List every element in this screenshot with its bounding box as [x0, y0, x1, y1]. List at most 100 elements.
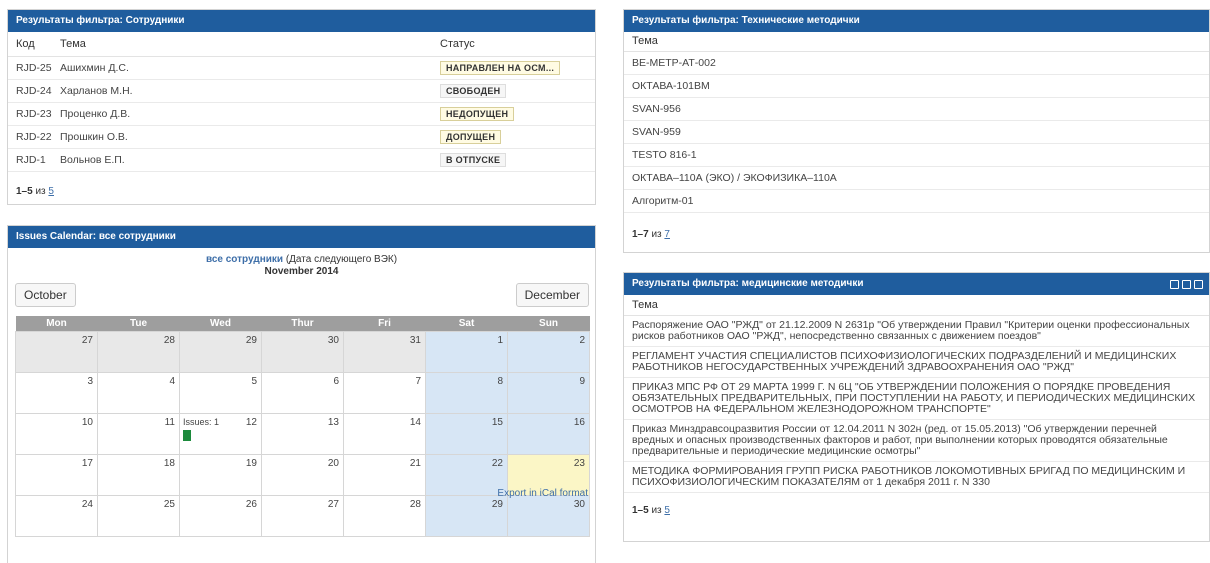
calendar-day[interactable]: 11: [97, 412, 180, 455]
move-icon[interactable]: [1170, 279, 1179, 289]
med-item[interactable]: Приказ Минздравсоцразвития России от 12.…: [624, 419, 1209, 462]
table-row[interactable]: RJD-1 Вольнов Е.П. В ОТПУСКЕ: [8, 148, 595, 172]
employee-code-link[interactable]: RJD-24: [8, 79, 52, 103]
employee-name[interactable]: Прошкин О.В.: [52, 125, 432, 149]
pager-of: из: [35, 185, 46, 197]
employee-name[interactable]: Вольнов Е.П.: [52, 148, 432, 172]
med-item[interactable]: МЕТОДИКА ФОРМИРОВАНИЯ ГРУПП РИСКА РАБОТН…: [624, 461, 1209, 493]
calendar-day[interactable]: 27: [261, 494, 344, 537]
calendar-day[interactable]: 6: [261, 371, 344, 414]
calendar-day[interactable]: 22: [425, 453, 508, 496]
column-header-name[interactable]: Тема: [52, 32, 432, 57]
calendar-day[interactable]: 4: [97, 371, 180, 414]
med-item[interactable]: ПРИКАЗ МПС РФ ОТ 29 МАРТА 1999 Г. N 6Ц "…: [624, 377, 1209, 420]
pager-total-link[interactable]: 5: [664, 505, 670, 516]
med-item[interactable]: РЕГЛАМЕНТ УЧАСТИЯ СПЕЦИАЛИСТОВ ПСИХОФИЗИ…: [624, 346, 1209, 378]
column-header-code[interactable]: Код: [8, 32, 52, 57]
employee-code-link[interactable]: RJD-23: [8, 102, 52, 126]
calendar-day[interactable]: 1: [425, 330, 508, 373]
calendar-day[interactable]: 2: [507, 330, 590, 373]
calendar-day[interactable]: 29: [179, 330, 262, 373]
table-row[interactable]: TESTO 816-1: [624, 143, 1209, 167]
calendar-day[interactable]: 20: [261, 453, 344, 496]
calendar-day[interactable]: 18: [97, 453, 180, 496]
calendar-user-link[interactable]: все сотрудники: [206, 254, 283, 265]
table-row[interactable]: RJD-22 Прошкин О.В. ДОПУЩЕН: [8, 125, 595, 149]
issue-marker-icon[interactable]: [183, 429, 191, 441]
calendar-day[interactable]: 28: [97, 330, 180, 373]
employee-name[interactable]: Ашихмин Д.С.: [52, 56, 432, 80]
calendar-day[interactable]: 28: [343, 494, 426, 537]
tech-item[interactable]: SVAN-956: [624, 97, 1209, 121]
tech-item[interactable]: ОКТАВА-101ВМ: [624, 74, 1209, 98]
table-row[interactable]: МЕТОДИКА ФОРМИРОВАНИЯ ГРУПП РИСКА РАБОТН…: [624, 461, 1209, 493]
table-row[interactable]: ОКТАВА–110А (ЭКО) / ЭКОФИЗИКА–110А: [624, 166, 1209, 190]
calendar-day-number: 12: [245, 416, 257, 428]
calendar-day-with-issue[interactable]: Issues: 1 12: [179, 412, 262, 455]
med-table: Тема Распоряжение ОАО "РЖД" от 21.12.200…: [624, 295, 1209, 493]
table-row[interactable]: ПРИКАЗ МПС РФ ОТ 29 МАРТА 1999 Г. N 6Ц "…: [624, 377, 1209, 420]
calendar-day[interactable]: 21: [343, 453, 426, 496]
employee-name[interactable]: Проценко Д.В.: [52, 102, 432, 126]
employee-code-link[interactable]: RJD-1: [8, 148, 52, 172]
calendar-day[interactable]: 27: [15, 330, 98, 373]
calendar-day[interactable]: 8: [425, 371, 508, 414]
calendar-day[interactable]: 10: [15, 412, 98, 455]
employee-code-link[interactable]: RJD-25: [8, 56, 52, 80]
collapse-icon[interactable]: [1194, 279, 1203, 289]
status-badge: НЕДОПУЩЕН: [440, 106, 515, 121]
table-row[interactable]: ОКТАВА-101ВМ: [624, 74, 1209, 98]
tech-manuals-panel: Результаты фильтра: Технические методичк…: [623, 9, 1210, 253]
calendar-day[interactable]: 16: [507, 412, 590, 455]
calendar-day[interactable]: 24: [15, 494, 98, 537]
calendar-day[interactable]: 3: [15, 371, 98, 414]
calendar-day[interactable]: 25: [97, 494, 180, 537]
weekday-header: Mon: [15, 316, 98, 331]
calendar-day[interactable]: 9: [507, 371, 590, 414]
next-month-button[interactable]: December: [515, 283, 589, 307]
maximize-icon[interactable]: [1182, 279, 1191, 289]
table-row[interactable]: Алгоритм-01: [624, 189, 1209, 213]
calendar-day[interactable]: 5: [179, 371, 262, 414]
pager-total-link[interactable]: 7: [664, 229, 670, 240]
pager-total-link[interactable]: 5: [48, 186, 54, 197]
table-row[interactable]: SVAN-956: [624, 97, 1209, 121]
export-ical-link[interactable]: Export in iCal format: [497, 488, 588, 499]
table-row[interactable]: ВЕ-МЕТР-АТ-002: [624, 51, 1209, 75]
status-badge: ДОПУЩЕН: [440, 129, 502, 144]
employees-pager: 1–5 из 5: [8, 172, 595, 197]
tech-item[interactable]: Алгоритм-01: [624, 189, 1209, 213]
employee-name[interactable]: Харланов М.Н.: [52, 79, 432, 103]
column-header-topic[interactable]: Тема: [624, 32, 1209, 52]
table-row[interactable]: Распоряжение ОАО "РЖД" от 21.12.2009 N 2…: [624, 315, 1209, 347]
calendar-day[interactable]: 26: [179, 494, 262, 537]
med-item[interactable]: Распоряжение ОАО "РЖД" от 21.12.2009 N 2…: [624, 315, 1209, 347]
calendar-day[interactable]: 30: [507, 494, 590, 537]
tech-item[interactable]: TESTO 816-1: [624, 143, 1209, 167]
tech-item[interactable]: ВЕ-МЕТР-АТ-002: [624, 51, 1209, 75]
calendar-day[interactable]: 29: [425, 494, 508, 537]
status-badge: НАПРАВЛЕН НА ОСМ...: [440, 60, 561, 75]
calendar-day[interactable]: 19: [179, 453, 262, 496]
calendar-day[interactable]: 13: [261, 412, 344, 455]
employee-code-link[interactable]: RJD-22: [8, 125, 52, 149]
calendar-day[interactable]: 15: [425, 412, 508, 455]
table-row[interactable]: RJD-24 Харланов М.Н. СВОБОДЕН: [8, 79, 595, 103]
tech-item[interactable]: SVAN-959: [624, 120, 1209, 144]
calendar-day[interactable]: 30: [261, 330, 344, 373]
table-row[interactable]: SVAN-959: [624, 120, 1209, 144]
calendar-day[interactable]: 31: [343, 330, 426, 373]
table-row[interactable]: RJD-25 Ашихмин Д.С. НАПРАВЛЕН НА ОСМ...: [8, 56, 595, 80]
calendar-day[interactable]: 14: [343, 412, 426, 455]
table-row[interactable]: Приказ Минздравсоцразвития России от 12.…: [624, 419, 1209, 462]
calendar-day[interactable]: 17: [15, 453, 98, 496]
table-row[interactable]: RJD-23 Проценко Д.В. НЕДОПУЩЕН: [8, 102, 595, 126]
tech-item[interactable]: ОКТАВА–110А (ЭКО) / ЭКОФИЗИКА–110А: [624, 166, 1209, 190]
status-badge: СВОБОДЕН: [440, 83, 507, 98]
status-badge: В ОТПУСКЕ: [440, 152, 507, 167]
calendar-day[interactable]: 7: [343, 371, 426, 414]
column-header-topic[interactable]: Тема: [624, 295, 1209, 316]
prev-month-button[interactable]: October: [15, 283, 76, 307]
table-row[interactable]: РЕГЛАМЕНТ УЧАСТИЯ СПЕЦИАЛИСТОВ ПСИХОФИЗИ…: [624, 346, 1209, 378]
column-header-status[interactable]: Статус: [432, 32, 595, 57]
